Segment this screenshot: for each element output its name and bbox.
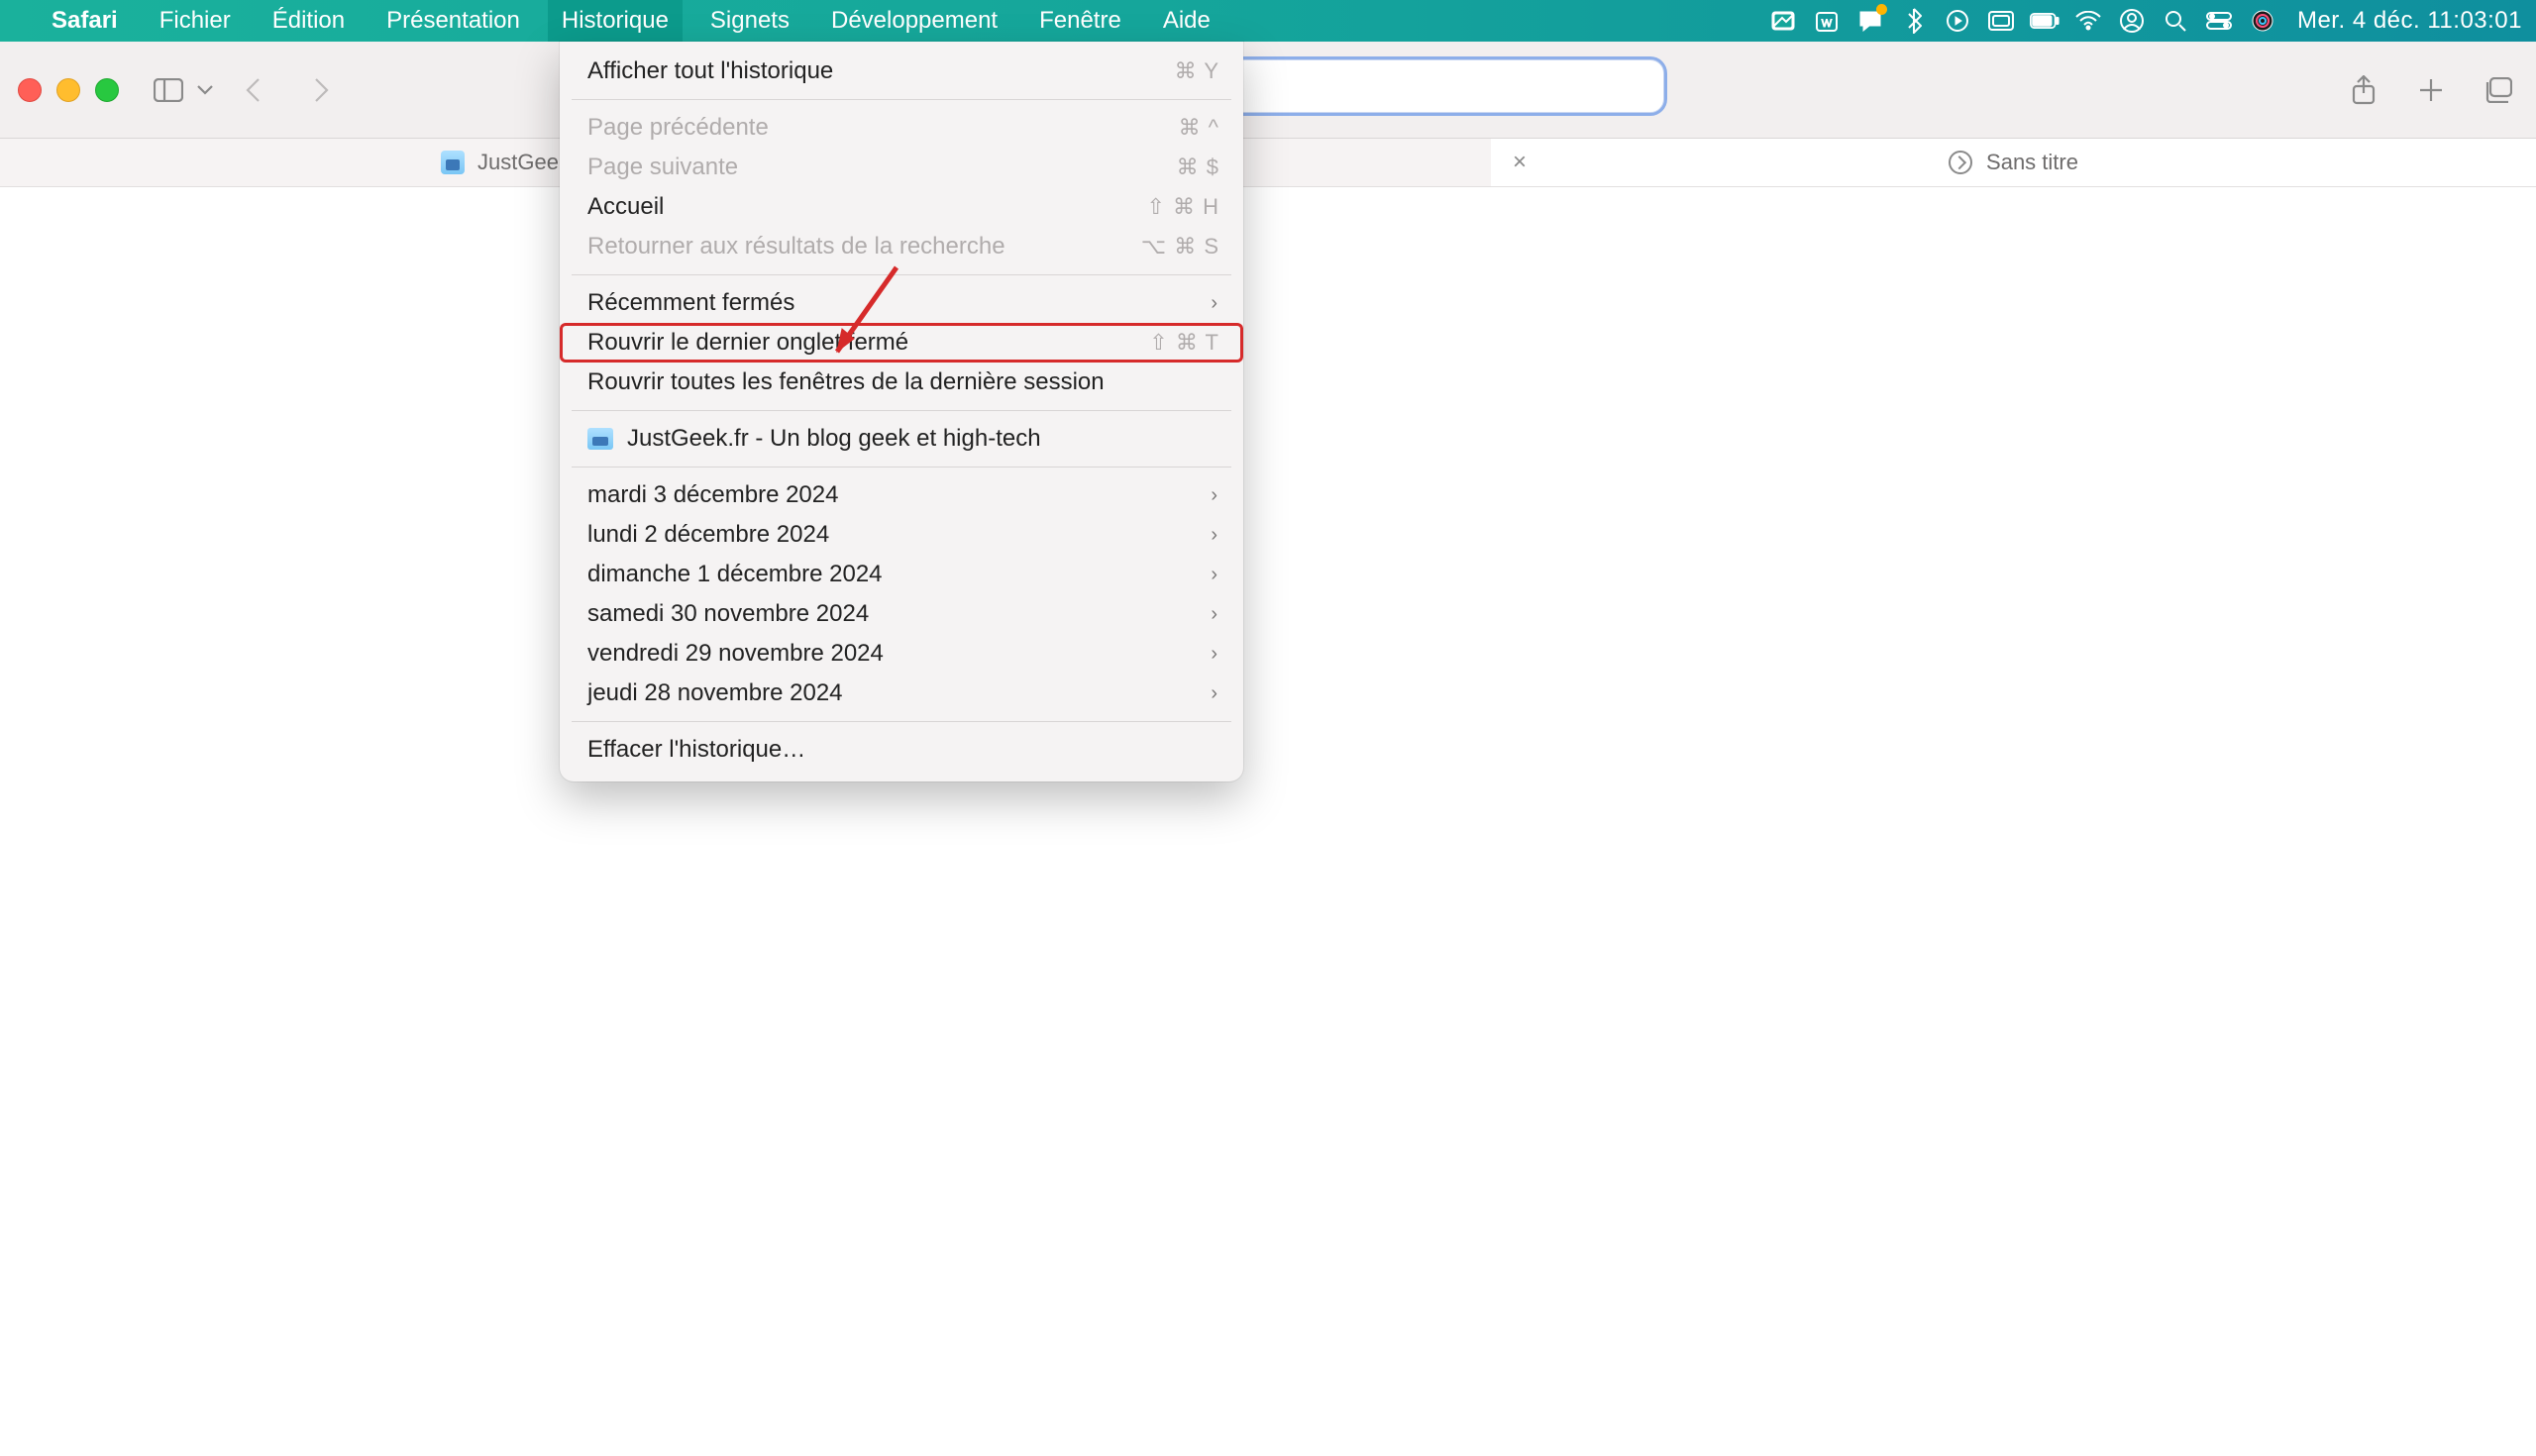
user-icon[interactable] [2117, 6, 2147, 36]
menu-back-to-search-results: Retourner aux résultats de la recherche … [560, 227, 1243, 266]
media-icon[interactable] [1943, 6, 1972, 36]
sidebar-toggle-icon[interactable] [149, 70, 188, 110]
menu-history-day[interactable]: vendredi 29 novembre 2024 › [560, 634, 1243, 674]
menu-divider [572, 467, 1231, 468]
tabs-row: JustGeek. × Sans titre [0, 139, 2536, 187]
menubar-developpement[interactable]: Développement [817, 0, 1011, 42]
calendar-icon[interactable]: W [1812, 6, 1842, 36]
menu-reopen-last-closed-tab[interactable]: Rouvrir le dernier onglet fermé ⇧ ⌘ T [560, 323, 1243, 363]
menu-recent-page-justgeek[interactable]: JustGeek.fr - Un blog geek et high-tech [560, 419, 1243, 459]
menubar-edition[interactable]: Édition [259, 0, 359, 42]
safari-toolbar [0, 42, 2536, 139]
menu-divider [572, 274, 1231, 275]
menubar-app-name[interactable]: Safari [38, 0, 132, 42]
close-window-button[interactable] [18, 78, 42, 102]
chevron-right-icon: › [1211, 640, 1219, 668]
menubar-aide[interactable]: Aide [1149, 0, 1224, 42]
chevron-right-icon: › [1211, 679, 1219, 707]
screenoverlay-icon[interactable] [1768, 6, 1798, 36]
menu-forward: Page suivante ⌘ $ [560, 148, 1243, 187]
compass-favicon-icon [1949, 151, 1972, 174]
menu-history-day[interactable]: lundi 2 décembre 2024 › [560, 515, 1243, 555]
menubar-right: W Mer. 4 déc. 11:03: [1768, 0, 2522, 42]
chevron-right-icon: › [1211, 289, 1219, 317]
menu-divider [572, 721, 1231, 722]
window-traffic-lights [18, 78, 149, 102]
menu-history-day[interactable]: jeudi 28 novembre 2024 › [560, 674, 1243, 713]
menu-divider [572, 410, 1231, 411]
menu-home[interactable]: Accueil ⇧ ⌘ H [560, 187, 1243, 227]
tab-title: Sans titre [1986, 150, 2078, 175]
menubar-historique[interactable]: Historique [548, 0, 683, 42]
menubar-fenetre[interactable]: Fenêtre [1025, 0, 1135, 42]
menu-divider [572, 99, 1231, 100]
menubar-left: Safari Fichier Édition Présentation Hist… [20, 0, 1224, 42]
tab-overview-icon[interactable] [2479, 70, 2518, 110]
svg-text:W: W [1822, 18, 1833, 30]
tab-title: JustGeek. [446, 150, 576, 175]
menu-recently-closed[interactable]: Récemment fermés › [560, 283, 1243, 323]
historique-dropdown: Afficher tout l'historique ⌘ Y Page préc… [560, 42, 1243, 781]
chevron-right-icon: › [1211, 481, 1219, 509]
menu-history-day[interactable]: samedi 30 novembre 2024 › [560, 594, 1243, 634]
menu-back: Page précédente ⌘ ^ [560, 108, 1243, 148]
sidebar-chevron-down-icon[interactable] [194, 70, 216, 110]
justgeek-favicon-icon [441, 151, 465, 174]
control-center-icon[interactable] [2204, 6, 2234, 36]
close-tab-icon[interactable]: × [1513, 149, 1527, 176]
back-button[interactable] [234, 70, 273, 110]
share-icon[interactable] [2344, 70, 2383, 110]
new-tab-icon[interactable] [2411, 70, 2451, 110]
bluetooth-icon[interactable] [1899, 6, 1929, 36]
battery-icon[interactable] [2030, 6, 2060, 36]
zoom-window-button[interactable] [95, 78, 119, 102]
macos-menubar: Safari Fichier Édition Présentation Hist… [0, 0, 2536, 42]
chevron-right-icon: › [1211, 521, 1219, 549]
menu-show-all-history[interactable]: Afficher tout l'historique ⌘ Y [560, 52, 1243, 91]
justgeek-favicon-icon [587, 428, 613, 450]
chevron-right-icon: › [1211, 600, 1219, 628]
menu-history-day[interactable]: dimanche 1 décembre 2024 › [560, 555, 1243, 594]
menubar-signets[interactable]: Signets [696, 0, 803, 42]
forward-button[interactable] [301, 70, 341, 110]
menubar-clock[interactable]: Mer. 4 déc. 11:03:01 [2291, 7, 2522, 35]
menubar-fichier[interactable]: Fichier [146, 0, 245, 42]
tab-blank[interactable]: × Sans titre [1491, 139, 2536, 186]
siri-icon[interactable] [2248, 6, 2277, 36]
menu-history-day[interactable]: mardi 3 décembre 2024 › [560, 475, 1243, 515]
spotlight-search-icon[interactable] [2161, 6, 2190, 36]
message-notification-icon[interactable] [1855, 6, 1885, 36]
wifi-icon[interactable] [2073, 6, 2103, 36]
stage-manager-icon[interactable] [1986, 6, 2016, 36]
menu-reopen-all-windows[interactable]: Rouvrir toutes les fenêtres de la derniè… [560, 363, 1243, 402]
minimize-window-button[interactable] [56, 78, 80, 102]
menu-clear-history[interactable]: Effacer l'historique… [560, 730, 1243, 770]
menubar-presentation[interactable]: Présentation [372, 0, 534, 42]
chevron-right-icon: › [1211, 561, 1219, 588]
